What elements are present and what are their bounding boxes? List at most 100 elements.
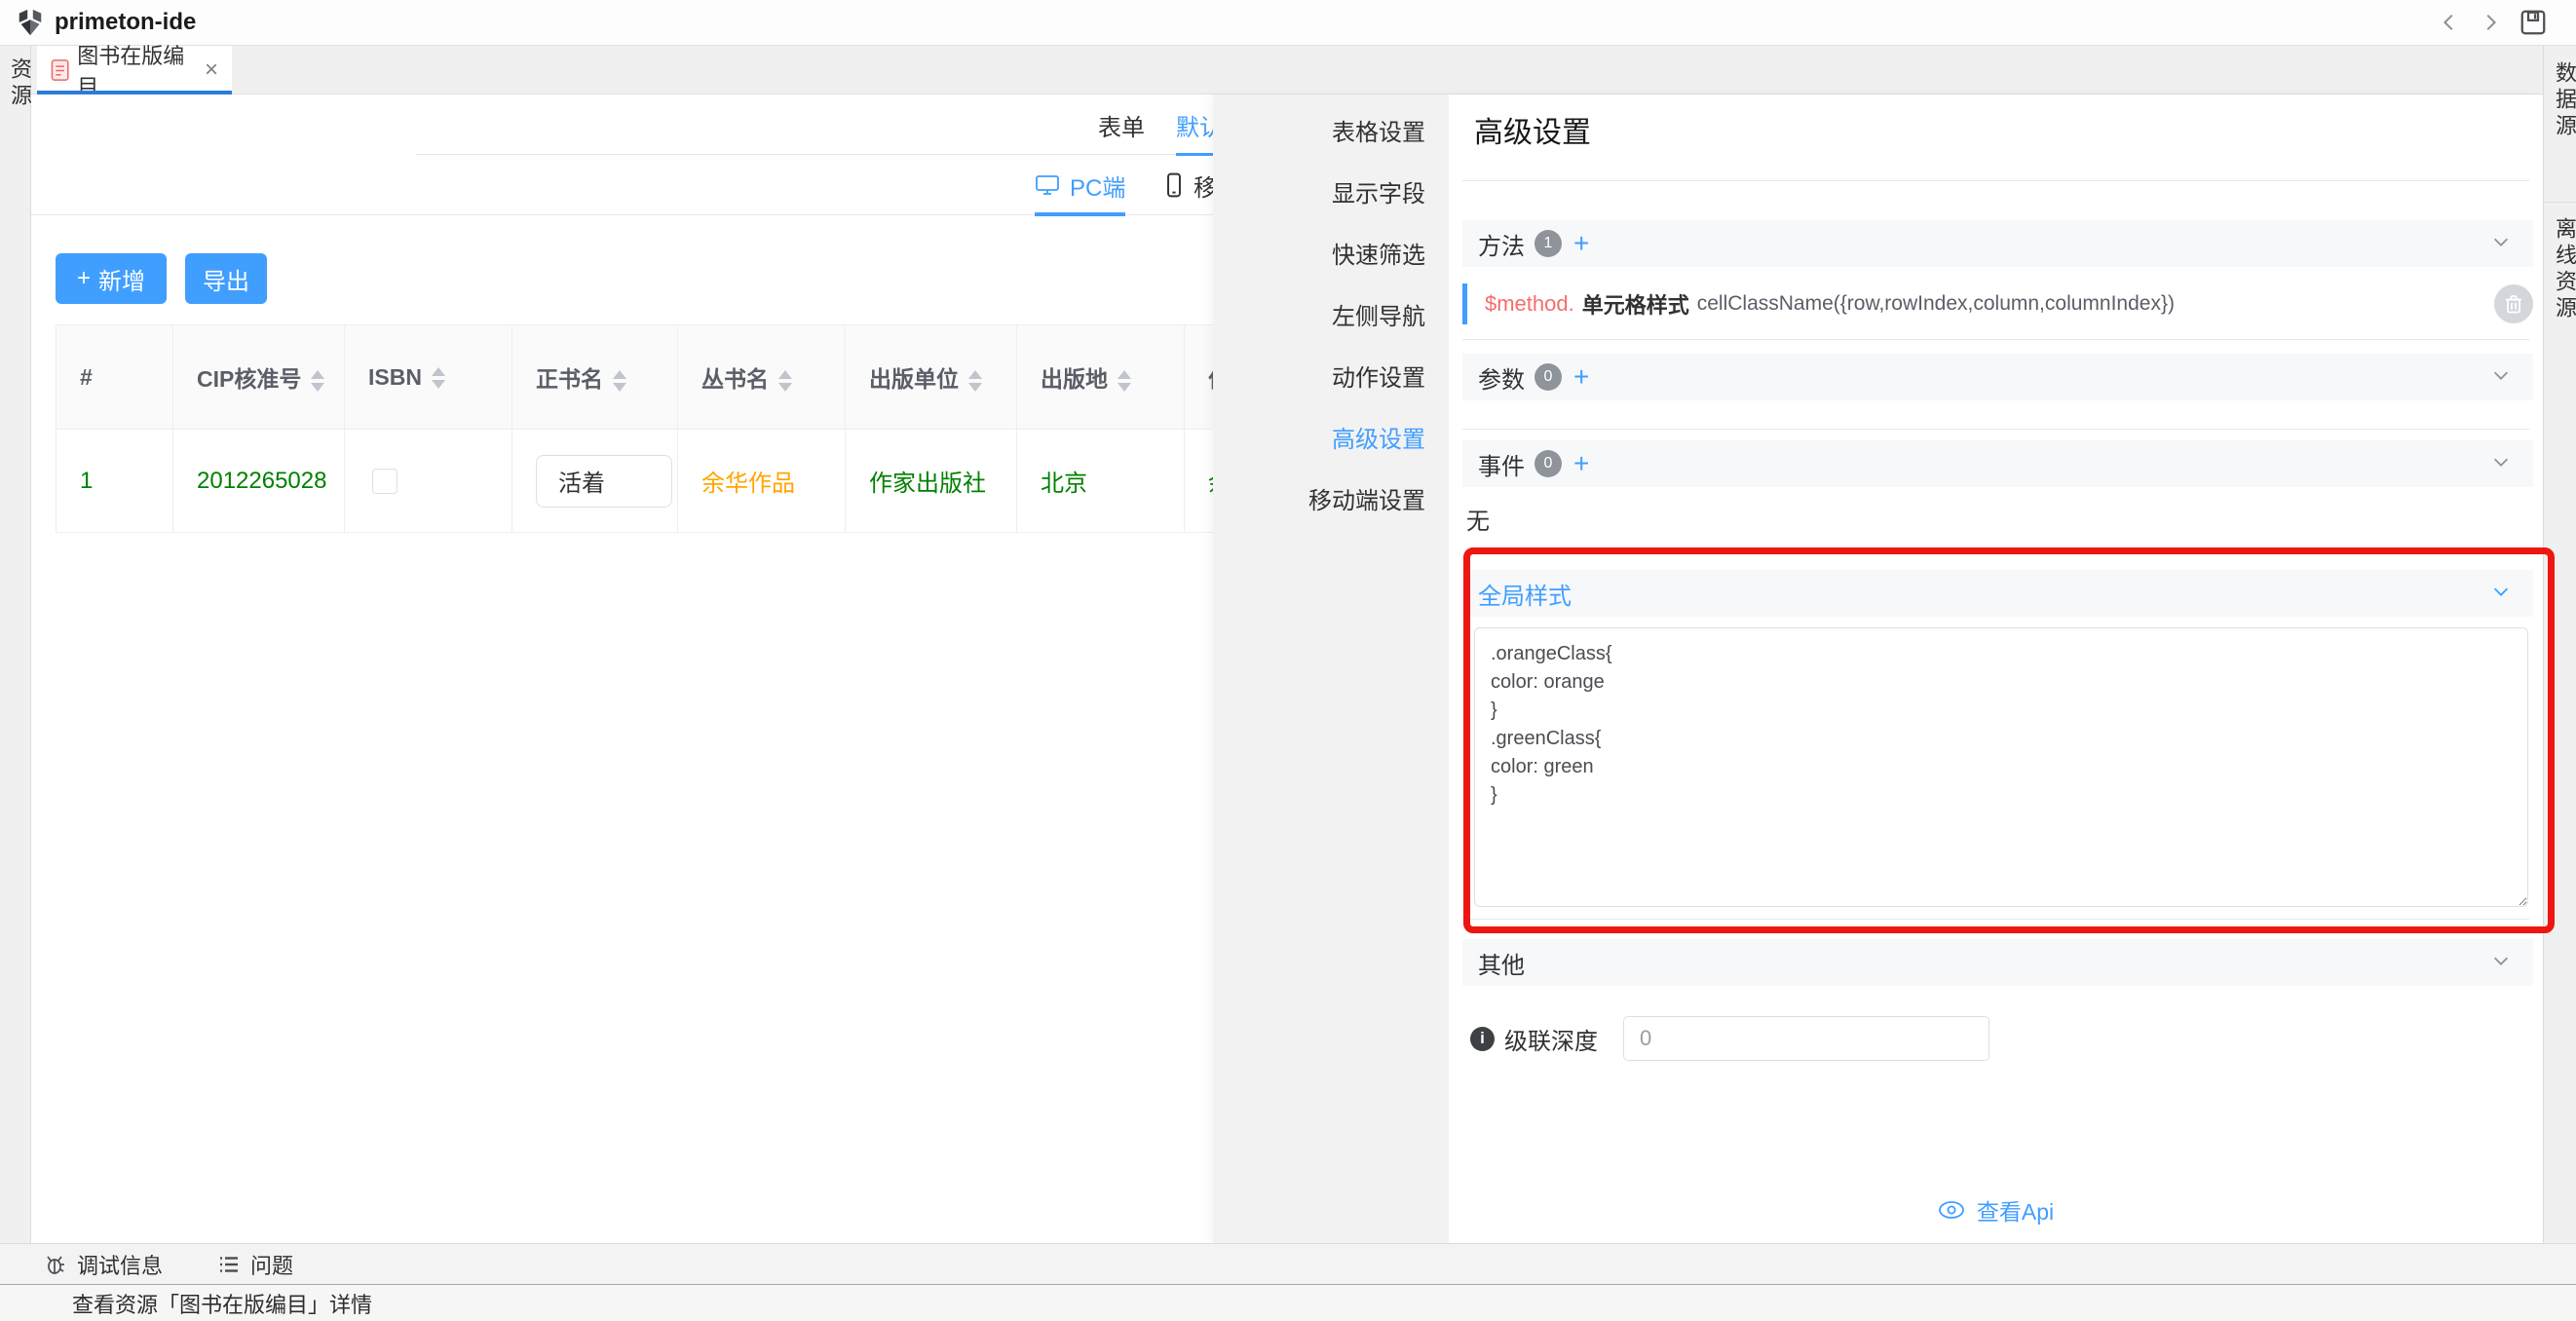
nav-item-quick-filter[interactable]: 快速筛选 (1213, 225, 1449, 286)
add-method-button[interactable]: + (1573, 230, 1589, 257)
add-button[interactable]: + 新增 (56, 253, 167, 304)
right-dock-datasource-tab[interactable]: 数据源 (2549, 61, 2576, 140)
save-icon[interactable] (2514, 3, 2553, 42)
bug-icon (44, 1253, 67, 1276)
isbn-checkbox[interactable] (372, 469, 398, 494)
chevron-down-icon[interactable] (2490, 581, 2512, 607)
back-chevron-icon[interactable] (2432, 5, 2467, 40)
method-entry[interactable]: $method. 单元格样式 cellClassName({row,rowInd… (1462, 280, 2533, 328)
events-count-badge: 0 (1534, 450, 1562, 477)
section-events-header[interactable]: 事件 0 + (1462, 440, 2533, 487)
nav-item-mobile-settings[interactable]: 移动端设置 (1213, 471, 1449, 532)
method-name: 单元格样式 (1582, 288, 1689, 320)
problems-label: 问题 (250, 1249, 293, 1280)
table-header-row: # CIP核准号 ISBN 正书名 丛书名 出版单位 出版地 作者 (57, 325, 1350, 430)
sort-caret-icon[interactable] (1118, 370, 1131, 392)
monitor-icon (1035, 173, 1060, 197)
column-header-cip[interactable]: CIP核准号 (173, 325, 345, 430)
data-table: # CIP核准号 ISBN 正书名 丛书名 出版单位 出版地 作者 1 2012… (56, 324, 1350, 533)
primeton-logo-icon (16, 8, 45, 37)
section-events-label: 事件 (1478, 447, 1525, 481)
status-bar: 查看资源「图书在版编目」详情 (0, 1284, 2576, 1321)
nav-item-left-nav[interactable]: 左侧导航 (1213, 286, 1449, 348)
app-title: primeton-ide (55, 9, 196, 36)
chevron-down-icon[interactable] (2490, 231, 2512, 257)
nav-item-action-settings[interactable]: 动作设置 (1213, 348, 1449, 409)
debug-info-label: 调试信息 (77, 1249, 163, 1280)
forward-chevron-icon[interactable] (2473, 5, 2508, 40)
global-style-code-editor[interactable]: .orangeClass{ color: orange } .greenClas… (1474, 627, 2528, 907)
cascade-depth-label: 级联深度 (1504, 1022, 1598, 1056)
add-param-button[interactable]: + (1573, 363, 1589, 391)
debug-info-button[interactable]: 调试信息 (44, 1249, 163, 1280)
divider (1462, 180, 2529, 181)
tab-form[interactable]: 表单 (1098, 94, 1145, 155)
cell-place: 北京 (1017, 430, 1185, 533)
status-text: 查看资源「图书在版编目」详情 (72, 1288, 372, 1319)
table-row: 1 2012265028 余华作品 作家出版社 北京 余华，著 (57, 430, 1350, 533)
column-header-series[interactable]: 丛书名 (678, 325, 846, 430)
list-icon (217, 1253, 241, 1276)
column-header-isbn[interactable]: ISBN (345, 325, 512, 430)
events-empty-text: 无 (1466, 502, 1490, 536)
method-count-badge: 1 (1534, 230, 1562, 257)
section-other-header[interactable]: 其他 (1462, 939, 2533, 986)
right-dock-offline-resources-tab[interactable]: 离线资源 (2549, 217, 2576, 322)
method-entry-accent-bar (1462, 283, 1467, 324)
sort-caret-icon[interactable] (311, 370, 324, 392)
section-params-header[interactable]: 参数 0 + (1462, 354, 2533, 400)
title-input[interactable] (536, 455, 672, 508)
method-signature: cellClassName({row,rowIndex,column,colum… (1697, 292, 2175, 316)
document-tab-strip: 图书在版编目 × (31, 46, 2543, 94)
sort-caret-icon[interactable] (968, 370, 982, 392)
sort-caret-icon[interactable] (778, 370, 792, 392)
tab-pc-underline (1035, 212, 1125, 216)
panel-title: 高级设置 (1474, 108, 1591, 151)
section-other-label: 其他 (1478, 946, 1525, 980)
close-icon[interactable]: × (205, 58, 218, 82)
problems-button[interactable]: 问题 (217, 1249, 293, 1280)
cell-publisher: 作家出版社 (846, 430, 1017, 533)
document-icon (51, 58, 69, 82)
cell-series: 余华作品 (678, 430, 846, 533)
view-api-link[interactable]: 查看Api (1449, 1193, 2543, 1227)
sort-caret-icon[interactable] (432, 367, 445, 389)
nav-item-display-fields[interactable]: 显示字段 (1213, 164, 1449, 225)
nav-item-table-settings[interactable]: 表格设置 (1213, 102, 1449, 164)
export-button[interactable]: 导出 (185, 253, 267, 304)
column-header-place[interactable]: 出版地 (1017, 325, 1185, 430)
section-method-header[interactable]: 方法 1 + (1462, 220, 2533, 267)
tab-pc[interactable]: PC端 (1035, 155, 1125, 215)
column-header-title[interactable]: 正书名 (512, 325, 678, 430)
column-header-publisher[interactable]: 出版单位 (846, 325, 1017, 430)
cascade-depth-input[interactable] (1623, 1016, 1989, 1061)
chevron-down-icon[interactable] (2490, 364, 2512, 391)
trash-icon (2504, 293, 2523, 315)
plus-icon: + (77, 265, 91, 292)
settings-drawer: 表格设置 显示字段 快速筛选 左侧导航 动作设置 高级设置 移动端设置 高级设置… (1213, 94, 2543, 1243)
nav-item-advanced-settings[interactable]: 高级设置 (1213, 409, 1449, 471)
phone-icon (1164, 172, 1184, 198)
chevron-down-icon[interactable] (2490, 950, 2512, 976)
section-global-style-label: 全局样式 (1478, 577, 1572, 611)
info-icon: i (1470, 1027, 1495, 1051)
advanced-settings-panel: 高级设置 方法 1 + $method. 单元格样式 cellClassName… (1449, 94, 2543, 1243)
sort-caret-icon[interactable] (613, 370, 626, 392)
app-window: primeton-ide 资源 数据源 离线资源 (0, 0, 2576, 1321)
section-global-style-header[interactable]: 全局样式 (1462, 570, 2533, 617)
chevron-down-icon[interactable] (2490, 451, 2512, 477)
eye-icon (1938, 1200, 1965, 1220)
add-event-button[interactable]: + (1573, 450, 1589, 477)
cell-isbn (345, 430, 512, 533)
title-bar: primeton-ide (0, 0, 2576, 46)
section-method-label: 方法 (1478, 227, 1525, 261)
right-dock: 数据源 离线资源 (2543, 46, 2576, 1243)
document-tab-active[interactable]: 图书在版编目 × (37, 46, 232, 94)
method-prefix: $method. (1485, 291, 1574, 317)
cascade-depth-row: i 级联深度 (1470, 1015, 1989, 1062)
divider (1462, 429, 2529, 430)
divider (1462, 339, 2529, 340)
cell-cip: 2012265028 (173, 430, 345, 533)
right-dock-divider (2544, 202, 2576, 203)
delete-method-button[interactable] (2494, 284, 2533, 323)
